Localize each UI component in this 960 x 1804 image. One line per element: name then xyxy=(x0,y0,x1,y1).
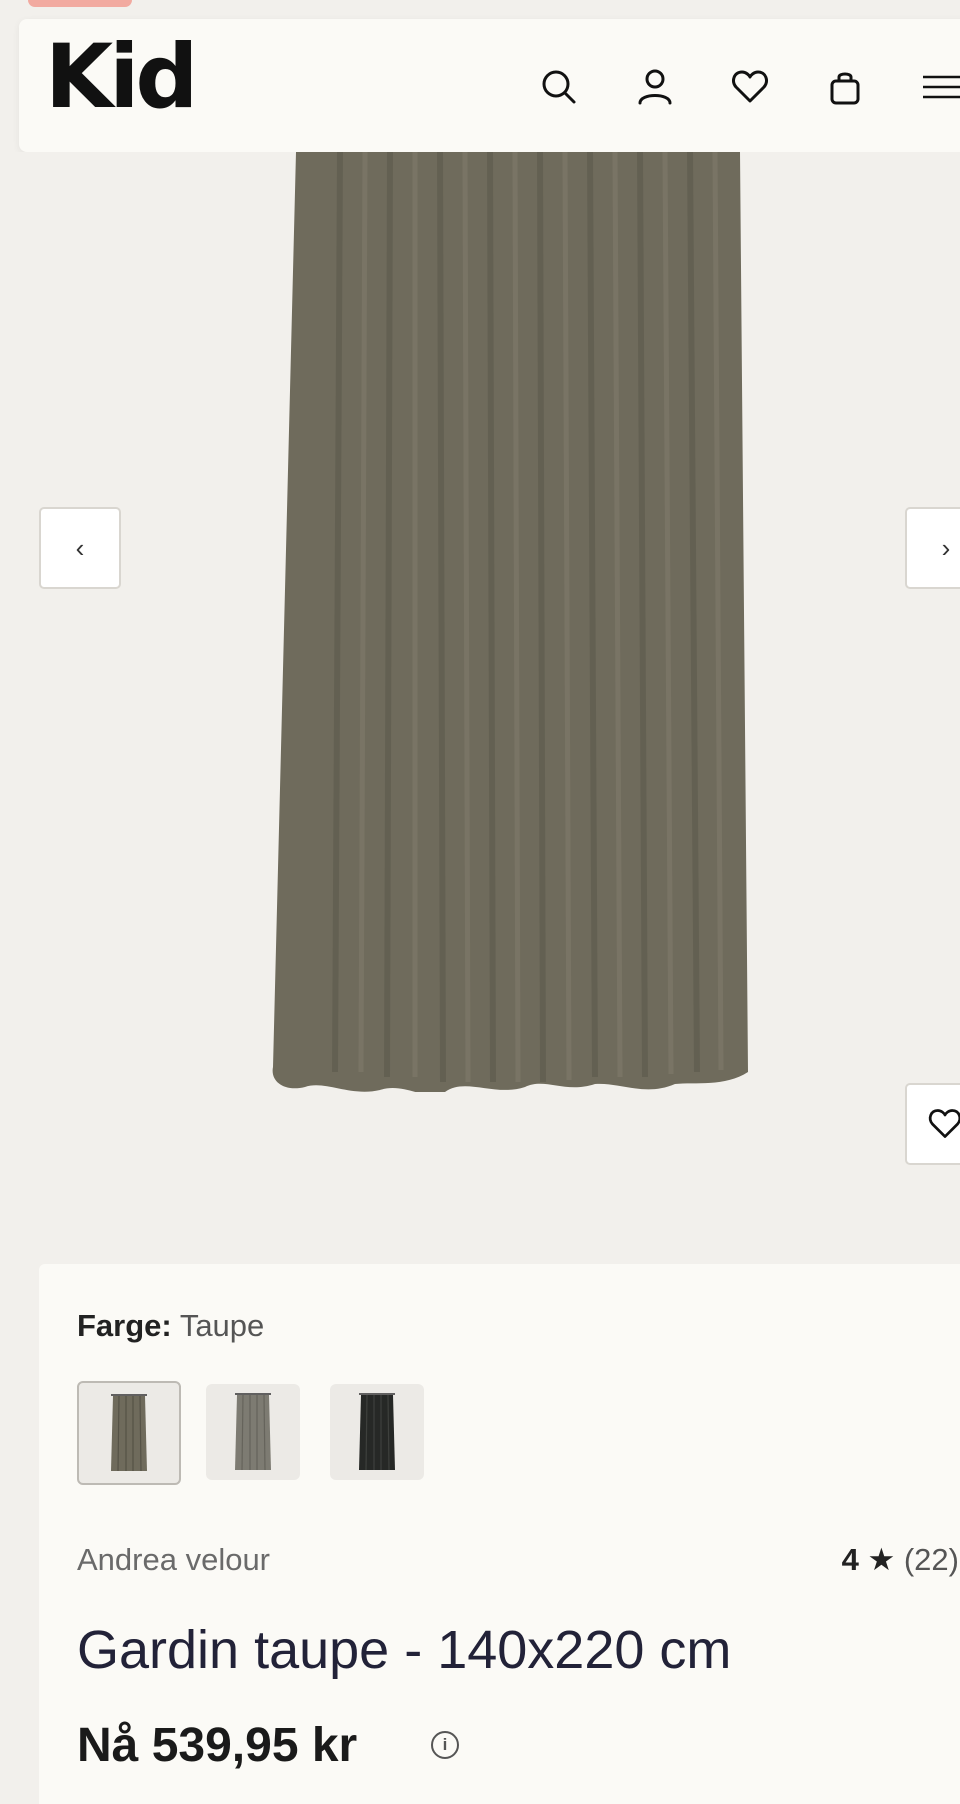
wishlist-icon[interactable] xyxy=(726,63,774,111)
rating-count: (22) xyxy=(903,1542,959,1577)
color-selector-label: Farge: Taupe xyxy=(77,1308,264,1344)
product-image-gallery[interactable]: ‹ › xyxy=(0,152,960,1260)
chevron-left-icon: ‹ xyxy=(75,532,85,563)
color-swatch-taupe[interactable] xyxy=(77,1381,181,1485)
heart-icon xyxy=(928,1109,960,1138)
swatch-curtain-image xyxy=(111,1394,147,1472)
rating-value: 4 xyxy=(841,1542,859,1577)
account-icon[interactable] xyxy=(631,63,679,111)
search-icon[interactable] xyxy=(535,63,583,111)
color-value: Taupe xyxy=(179,1308,265,1343)
swatch-curtain-image xyxy=(359,1393,395,1471)
product-info-panel: Farge: Taupe Andrea velour 4 ★ (22) Gard… xyxy=(39,1264,960,1804)
price-info-icon[interactable]: i xyxy=(431,1731,459,1759)
product-image xyxy=(272,152,748,1092)
site-header: Kid xyxy=(19,19,960,152)
promo-banner-tab[interactable] xyxy=(28,0,132,7)
menu-icon[interactable] xyxy=(917,63,960,111)
product-title: Gardin taupe - 140x220 cm xyxy=(77,1620,732,1680)
color-swatch-grey[interactable] xyxy=(206,1384,300,1480)
cart-icon[interactable] xyxy=(821,63,869,111)
color-swatch-black[interactable] xyxy=(330,1384,424,1480)
logo[interactable]: Kid xyxy=(45,33,198,121)
add-to-wishlist-button[interactable] xyxy=(905,1083,960,1165)
next-image-button[interactable]: › xyxy=(905,507,960,589)
product-rating[interactable]: 4 ★ (22) xyxy=(842,1542,959,1578)
product-brand[interactable]: Andrea velour xyxy=(77,1542,270,1578)
swatch-curtain-image xyxy=(235,1393,271,1471)
product-price: Nå 539,95 kr xyxy=(77,1719,358,1772)
color-label: Farge: xyxy=(77,1308,172,1343)
star-icon: ★ xyxy=(867,1542,896,1577)
prev-image-button[interactable]: ‹ xyxy=(39,507,121,589)
chevron-right-icon: › xyxy=(941,532,951,563)
